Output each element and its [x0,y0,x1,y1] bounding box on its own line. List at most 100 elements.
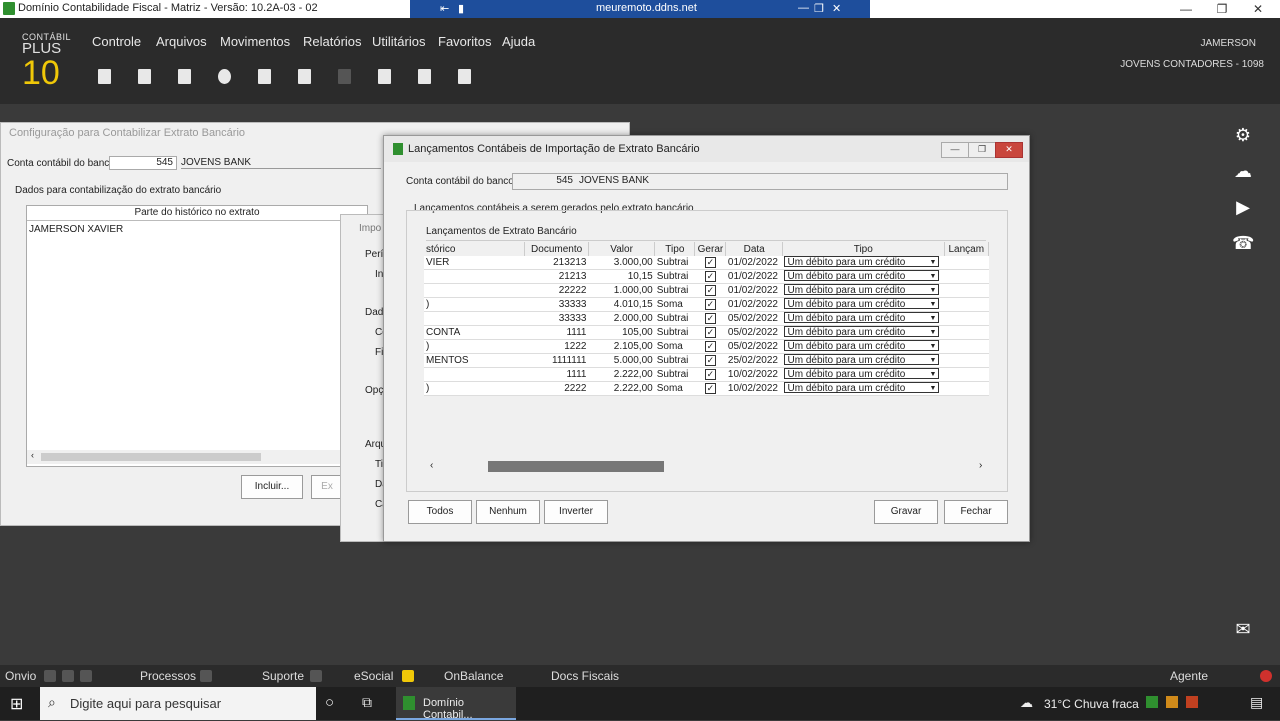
generate-checkbox[interactable]: ✓ [704,271,716,282]
entry-type-value: Um débito para um crédito [787,285,906,296]
menu-movimentos[interactable]: Movimentos [220,34,290,49]
task-view-icon[interactable]: ⧉ [362,694,372,711]
history-hscrollbar[interactable]: ‹ [27,450,367,464]
dialog-minimize-button[interactable]: — [941,142,969,158]
menu-controle[interactable]: Controle [92,34,141,49]
entry-type-select[interactable]: Um débito para um crédito ▼ [784,326,940,338]
remote-minimize-icon[interactable]: — [798,2,809,14]
entry-type-select[interactable]: Um débito para um crédito ▼ [784,312,940,324]
entry-type-select[interactable]: Um débito para um crédito ▼ [784,354,940,366]
scroll-left-icon[interactable]: ‹ [430,460,433,471]
cell-historico: VIER [426,257,450,268]
generate-checkbox[interactable]: ✓ [704,383,716,394]
report-icon[interactable] [414,66,436,88]
remote-restore-icon[interactable]: ❐ [814,2,824,15]
status-docs-fiscais[interactable]: Docs Fiscais [551,669,619,683]
entry-type-select[interactable]: Um débito para um crédito ▼ [784,340,940,352]
table-row[interactable]: VIER 213213 3.000,00 Subtrai ✓ 01/02/2022 Um d… [424,256,989,270]
minimize-button[interactable]: — [1168,0,1204,18]
cortana-icon[interactable]: ○ [325,694,334,711]
find-document-icon[interactable] [254,66,276,88]
entry-type-select[interactable]: Um débito para um crédito ▼ [784,382,940,394]
grid-scroll-thumb[interactable] [488,461,664,472]
generate-checkbox[interactable]: ✓ [704,355,716,366]
status-agente[interactable]: Agente [1170,669,1208,683]
table-row[interactable]: MENTOS 1111111 5.000,00 Subtrai ✓ 25/02/2022 U… [424,353,989,368]
grid-hscrollbar[interactable]: ‹ › [424,460,989,474]
pin-icon[interactable]: ⇤ [440,2,449,15]
menu-favoritos[interactable]: Favoritos [438,34,491,49]
notifications-icon[interactable]: ▤ [1250,694,1263,711]
chat-icon[interactable]: ✉ [1232,618,1254,640]
generate-checkbox[interactable]: ✓ [704,257,716,268]
play-icon[interactable]: ▶ [1232,196,1254,218]
chevron-down-icon: ▼ [929,315,937,322]
taskbar-search-box[interactable]: ⌕ Digite aqui para pesquisar [40,687,316,720]
company-icon[interactable] [94,66,116,88]
table-row[interactable]: 21213 10,15 Subtrai ✓ 01/02/2022 Um débito pa… [424,269,989,284]
menu-relatorios[interactable]: Relatórios [303,34,362,49]
status-esocial[interactable]: eSocial [354,669,393,683]
generate-checkbox[interactable]: ✓ [704,313,716,324]
history-scroll-thumb[interactable] [41,453,261,461]
menu-ajuda[interactable]: Ajuda [502,34,535,49]
select-all-button[interactable]: Todos [408,500,472,524]
cell-data: 10/02/2022 [727,383,778,394]
tray-app-icon-3[interactable] [1186,696,1198,708]
table-row[interactable]: 22222 1.000,00 Subtrai ✓ 01/02/2022 Um débito… [424,283,989,298]
select-none-button[interactable]: Nenhum [476,500,540,524]
maximize-button[interactable]: ❐ [1204,0,1240,18]
table-row[interactable]: CONTA 1111 105,00 Subtrai ✓ 05/02/2022 Um débi… [424,325,989,340]
entry-type-select[interactable]: Um débito para um crédito ▼ [784,368,940,380]
history-row[interactable]: JAMERSON XAVIER [29,224,123,235]
entry-type-value: Um débito para um crédito [787,313,906,324]
bank-name: JOVENS BANK [181,157,381,169]
status-onbalance[interactable]: OnBalance [444,669,503,683]
scroll-right-icon[interactable]: › [979,460,982,471]
generate-checkbox[interactable]: ✓ [704,341,716,352]
save-button[interactable]: Gravar [874,500,938,524]
generate-checkbox[interactable]: ✓ [704,369,716,380]
tray-app-icon[interactable] [1146,696,1158,708]
generate-checkbox[interactable]: ✓ [704,327,716,338]
entry-type-select[interactable]: Um débito para um crédito ▼ [784,298,940,310]
cloud-upload-icon[interactable]: ☁ [1232,160,1254,182]
entry-type-select[interactable]: Um débito para um crédito ▼ [784,270,940,282]
entry-type-select[interactable]: Um débito para um crédito ▼ [784,284,940,296]
include-button[interactable]: Incluir... [241,475,303,499]
close-button[interactable]: ✕ [1240,0,1276,18]
dialog-close-button[interactable]: ✕ [995,142,1023,158]
search-icon[interactable] [214,66,236,88]
bank-account-field[interactable]: 545 [109,156,177,170]
weather-text[interactable]: 31°C Chuva fraca [1044,697,1139,711]
invert-button[interactable]: Inverter [544,500,608,524]
table-row[interactable]: ) 1222 2.105,00 Soma ✓ 05/02/2022 Um débito pa… [424,339,989,354]
table-row[interactable]: ) 2222 2.222,00 Soma ✓ 10/02/2022 Um débito pa… [424,381,989,396]
generate-checkbox[interactable]: ✓ [704,285,716,296]
generate-checkbox[interactable]: ✓ [704,299,716,310]
copy-icon[interactable] [134,66,156,88]
dialog-maximize-button[interactable]: ❐ [968,142,996,158]
calculator-icon[interactable] [374,66,396,88]
remote-close-icon[interactable]: ✕ [832,2,841,15]
support-icon[interactable]: ☎ [1232,232,1254,254]
status-suporte[interactable]: Suporte [262,669,304,683]
status-onvio[interactable]: Onvio [5,669,36,683]
menu-arquivos[interactable]: Arquivos [156,34,207,49]
gear-icon[interactable]: ⚙ [1232,124,1254,146]
entry-type-select[interactable]: Um débito para um crédito ▼ [784,256,940,268]
table-row[interactable]: 33333 2.000,00 Subtrai ✓ 05/02/2022 Um débito… [424,311,989,326]
taskbar-app-dominio[interactable]: Domínio Contabil... [396,687,516,721]
table-row[interactable]: ) 33333 4.010,15 Soma ✓ 01/02/2022 Um débito p… [424,297,989,312]
cell-data: 10/02/2022 [727,369,778,380]
windows-start-icon[interactable]: ⊞ [10,694,23,714]
transfer-icon[interactable] [294,66,316,88]
book-icon[interactable] [454,66,476,88]
tray-app-icon-2[interactable] [1166,696,1178,708]
status-processos[interactable]: Processos [140,669,196,683]
document-icon[interactable] [174,66,196,88]
table-row[interactable]: 1111 2.222,00 Subtrai ✓ 10/02/2022 Um débito … [424,367,989,382]
exclude-button[interactable]: Ex [311,475,343,499]
close-dialog-button[interactable]: Fechar [944,500,1008,524]
menu-utilitarios[interactable]: Utilitários [372,34,425,49]
